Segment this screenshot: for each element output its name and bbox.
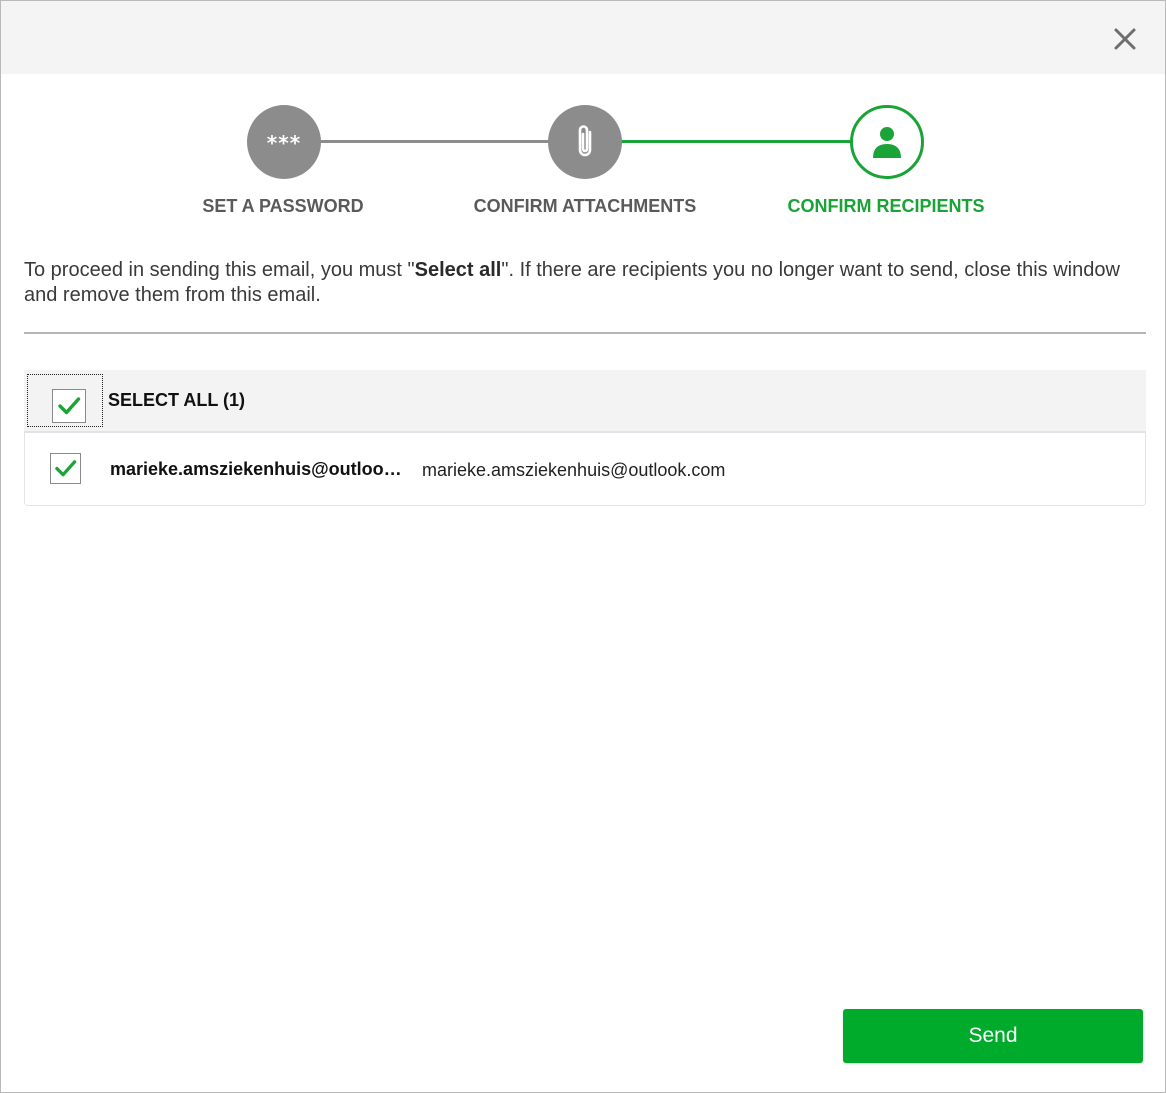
step-label-set-password: SET A PASSWORD [202,196,364,216]
step-confirm-attachments [548,105,622,179]
checkmark-icon [58,397,81,415]
select-all-checkbox-focus[interactable] [27,374,103,427]
step-connector-1 [319,140,549,143]
checkmark-icon [55,460,77,477]
step-set-password: *** [247,105,321,179]
paperclip-icon [578,125,592,157]
user-icon [873,127,901,158]
select-all-row: SELECT ALL (1) [24,370,1146,433]
instructions-select-all-emphasis: Select all [414,259,502,281]
step-label-confirm-attachments: CONFIRM ATTACHMENTS [473,196,697,216]
recipient-email: marieke.amsziekenhuis@outlook.com [422,460,726,480]
recipient-name: marieke.amsziekenhuis@outlook.com [110,459,410,479]
password-asterisks-icon: *** [266,131,302,155]
divider [24,332,1146,334]
step-connector-2 [621,140,851,143]
instructions-text-start: To proceed in sending this email, you mu… [24,259,415,281]
step-confirm-recipients [850,105,924,179]
dialog-title-bar [1,1,1165,74]
select-all-label: SELECT ALL (1) [108,390,246,410]
step-label-confirm-recipients: CONFIRM RECIPIENTS [787,196,985,216]
confirm-recipients-dialog: *** SET A PASSWORD CONFIRM ATTACHMENTS C… [0,0,1166,1093]
select-all-checkbox[interactable] [52,389,86,423]
instructions-text: To proceed in sending this email, you mu… [24,258,1134,308]
close-button[interactable] [1109,23,1141,55]
recipient-checkbox[interactable] [50,453,81,484]
send-button[interactable]: Send [843,1009,1143,1063]
close-icon [1114,28,1136,50]
progress-stepper: *** SET A PASSWORD CONFIRM ATTACHMENTS C… [1,101,1165,231]
recipient-row[interactable]: marieke.amsziekenhuis@outlook.com mariek… [24,433,1146,506]
